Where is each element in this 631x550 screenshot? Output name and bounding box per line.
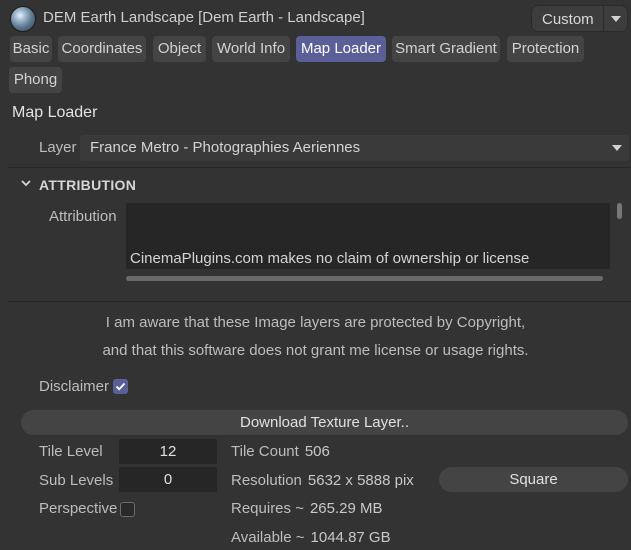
vertical-scrollbar[interactable] <box>617 203 622 219</box>
copyright-notice-line-2: and that this software does not grant me… <box>102 342 529 359</box>
layer-dropdown[interactable]: France Metro - Photographies Aeriennes <box>80 135 629 161</box>
available-info: Available ~ 1044.87 GB <box>231 529 391 546</box>
sub-levels-field[interactable]: 0 <box>119 467 217 492</box>
divider <box>8 301 631 302</box>
divider <box>8 167 631 168</box>
copyright-notice-line-1: I am aware that these Image layers are p… <box>105 314 526 331</box>
tile-level-label: Tile Level <box>39 443 103 460</box>
layer-label: Layer <box>39 139 77 156</box>
tab-object[interactable]: Object <box>153 36 206 62</box>
requires-value: 265.29 MB <box>309 500 383 517</box>
tab-map-loader[interactable]: Map Loader <box>296 36 386 62</box>
horizontal-scrollbar[interactable] <box>126 276 603 281</box>
checkmark-icon <box>115 382 126 391</box>
object-title: DEM Earth Landscape [Dem Earth - Landsca… <box>43 9 365 26</box>
perspective-checkbox[interactable] <box>120 502 135 517</box>
tile-count-label: Tile Count <box>231 443 299 460</box>
attribution-group-title[interactable]: ATTRIBUTION <box>39 177 136 193</box>
tab-basic[interactable]: Basic <box>10 36 52 62</box>
resolution-label: Resolution <box>231 472 302 489</box>
resolution-info: Resolution 5632 x 5888 pix <box>231 472 414 489</box>
layer-dropdown-value: France Metro - Photographies Aeriennes <box>90 139 361 156</box>
tab-world-info[interactable]: World Info <box>212 36 290 62</box>
square-button[interactable]: Square <box>439 467 628 492</box>
section-title: Map Loader <box>12 104 98 121</box>
perspective-label: Perspective <box>39 500 118 517</box>
disclaimer-label: Disclaimer <box>39 378 110 395</box>
tab-smart-gradient[interactable]: Smart Gradient <box>392 36 500 62</box>
attribution-text: CinemaPlugins.com makes no claim of owne… <box>130 250 530 267</box>
requires-info: Requires ~ 265.29 MB <box>231 500 383 517</box>
tile-level-field[interactable]: 12 <box>119 439 217 464</box>
layout-select[interactable]: Custom <box>531 5 628 32</box>
tab-phong[interactable]: Phong <box>9 67 62 93</box>
disclaimer-checkbox[interactable] <box>113 379 128 394</box>
tab-coordinates[interactable]: Coordinates <box>58 36 146 62</box>
chevron-down-icon <box>611 16 621 22</box>
dem-earth-object-icon <box>10 6 36 32</box>
tile-count-info: Tile Count 506 <box>231 443 330 460</box>
download-texture-layer-button[interactable]: Download Texture Layer.. <box>21 410 628 435</box>
attribution-textbox[interactable]: CinemaPlugins.com makes no claim of owne… <box>126 203 610 269</box>
layout-select-label: Custom <box>542 11 594 28</box>
requires-label: Requires ~ <box>231 500 304 517</box>
sub-levels-label: Sub Levels <box>39 472 114 489</box>
collapse-chevron-icon[interactable] <box>19 176 33 190</box>
available-value: 1044.87 GB <box>310 529 391 546</box>
resolution-value: 5632 x 5888 pix <box>307 472 414 489</box>
attribution-label: Attribution <box>49 208 117 225</box>
tab-protection[interactable]: Protection <box>507 36 584 62</box>
tile-count-value: 506 <box>304 443 330 460</box>
available-label: Available ~ <box>231 529 305 546</box>
chevron-down-icon <box>612 145 622 151</box>
